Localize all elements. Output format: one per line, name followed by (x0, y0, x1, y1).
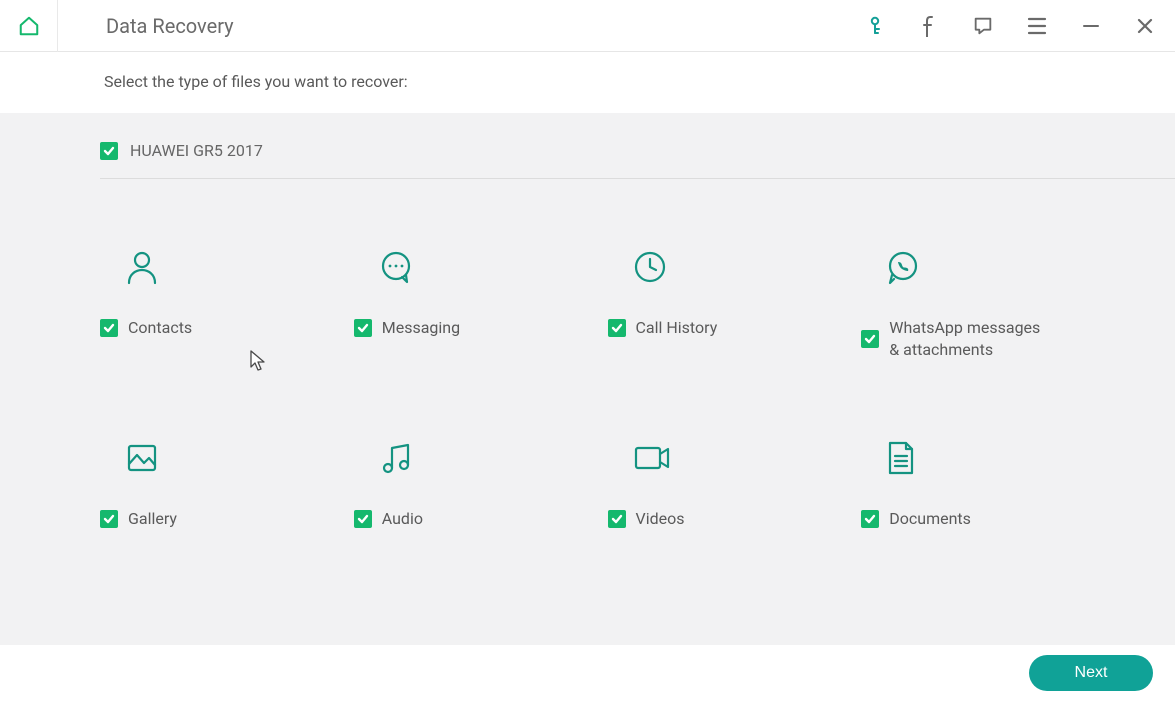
window-icons (863, 14, 1157, 38)
tile-row: Call History (608, 317, 718, 339)
tile-messaging[interactable]: Messaging (354, 249, 608, 360)
tile-calls[interactable]: Call History (608, 249, 862, 360)
tile-audio[interactable]: Audio (354, 440, 608, 530)
close-button[interactable] (1133, 14, 1157, 38)
tile-label: Gallery (128, 508, 177, 530)
clock-icon (632, 249, 668, 297)
music-icon (378, 440, 414, 488)
doc-icon (885, 440, 917, 488)
page-title: Data Recovery (106, 14, 863, 38)
tile-row: Audio (354, 508, 423, 530)
minimize-button[interactable] (1079, 14, 1103, 38)
person-icon (124, 249, 160, 297)
tile-row: Gallery (100, 508, 177, 530)
feedback-icon[interactable] (971, 14, 995, 38)
tile-checkbox-whatsapp[interactable] (861, 330, 879, 348)
tile-label: Call History (636, 317, 718, 339)
content-body: HUAWEI GR5 2017 Contacts Messaging Call Hi… (0, 113, 1175, 653)
tile-label: Videos (636, 508, 685, 530)
chat-icon (378, 249, 414, 297)
tile-documents[interactable]: Documents (861, 440, 1115, 530)
tile-row: Messaging (354, 317, 460, 339)
tile-row: Contacts (100, 317, 192, 339)
hamburger-menu-icon[interactable] (1025, 14, 1049, 38)
tile-row: Videos (608, 508, 685, 530)
image-icon (124, 440, 160, 488)
tile-label: Messaging (382, 317, 460, 339)
tile-contacts[interactable]: Contacts (100, 249, 354, 360)
tile-label: Contacts (128, 317, 192, 339)
tile-checkbox-calls[interactable] (608, 319, 626, 337)
whatsapp-icon (885, 249, 921, 297)
tile-row: Documents (861, 508, 971, 530)
tile-videos[interactable]: Videos (608, 440, 862, 530)
device-row: HUAWEI GR5 2017 (100, 141, 1175, 179)
tile-checkbox-contacts[interactable] (100, 319, 118, 337)
video-icon (632, 440, 672, 488)
device-name: HUAWEI GR5 2017 (130, 141, 263, 160)
tile-whatsapp[interactable]: WhatsApp messages & attachments (861, 249, 1115, 360)
tile-row: WhatsApp messages & attachments (861, 317, 1049, 360)
tile-label: Documents (889, 508, 971, 530)
file-type-grid: Contacts Messaging Call History WhatsApp me… (0, 249, 1175, 530)
home-button[interactable] (0, 0, 58, 52)
footer: Next (0, 645, 1175, 701)
tile-checkbox-documents[interactable] (861, 510, 879, 528)
device-checkbox[interactable] (100, 142, 118, 160)
key-icon[interactable] (863, 14, 887, 38)
home-icon (18, 15, 40, 37)
facebook-icon[interactable] (917, 14, 941, 38)
tile-gallery[interactable]: Gallery (100, 440, 354, 530)
tile-checkbox-audio[interactable] (354, 510, 372, 528)
tile-checkbox-gallery[interactable] (100, 510, 118, 528)
tile-checkbox-videos[interactable] (608, 510, 626, 528)
next-button[interactable]: Next (1029, 655, 1153, 691)
tile-label: WhatsApp messages & attachments (889, 317, 1049, 360)
tile-checkbox-messaging[interactable] (354, 319, 372, 337)
tile-label: Audio (382, 508, 423, 530)
title-bar: Data Recovery (0, 0, 1175, 52)
instruction-text: Select the type of files you want to rec… (0, 52, 1175, 113)
